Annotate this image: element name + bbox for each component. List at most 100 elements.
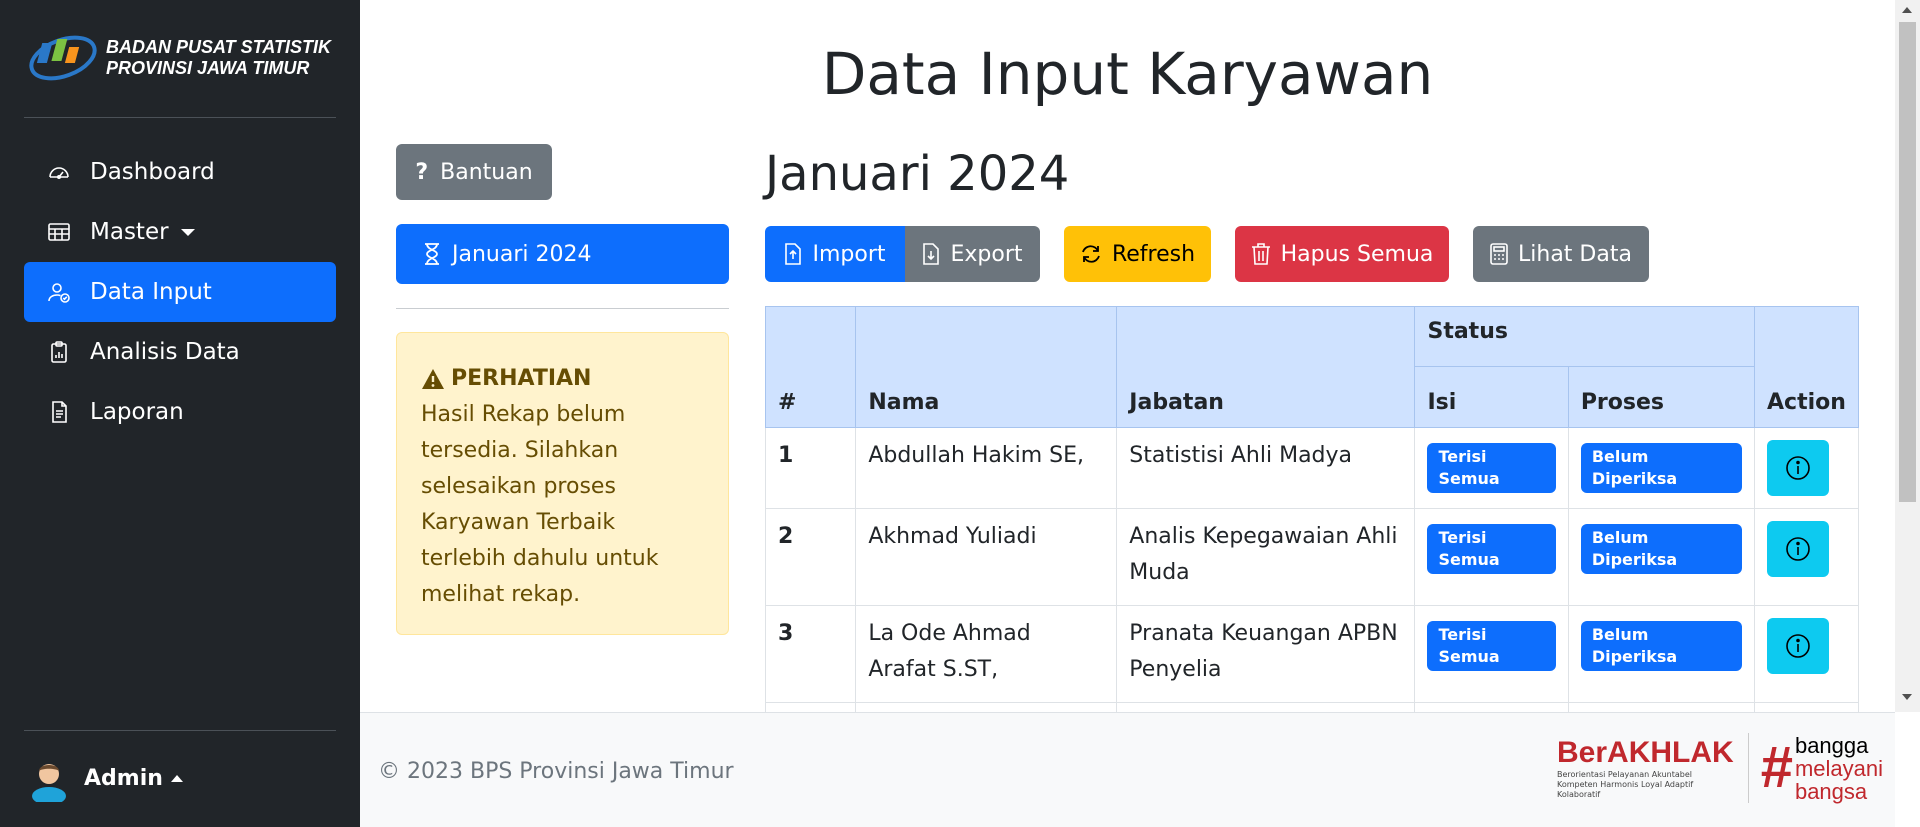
sidebar-item-label: Data Input: [90, 279, 212, 305]
delete-all-label: Hapus Semua: [1280, 241, 1434, 267]
alert-title-text: PERHATIAN: [451, 366, 592, 391]
brand-text: BADAN PUSAT STATISTIK PROVINSI JAWA TIMU…: [106, 37, 331, 79]
chevron-down-icon: [180, 228, 195, 236]
berakhlak-logo: BerAKHLAK Berorientasi Pelayanan Akuntab…: [1557, 736, 1734, 800]
hashtag-icon: #: [1760, 735, 1793, 800]
scroll-down-icon[interactable]: [1902, 694, 1912, 700]
action-cell: [1754, 508, 1859, 606]
speedometer-icon: [46, 159, 72, 185]
brand-line2: PROVINSI JAWA TIMUR: [106, 58, 310, 78]
info-button[interactable]: [1767, 440, 1830, 496]
info-button[interactable]: [1767, 521, 1830, 577]
process-cell: Belum Diperiksa: [1567, 605, 1756, 703]
help-button[interactable]: ? Bantuan: [396, 144, 552, 200]
period-button[interactable]: Januari 2024: [396, 224, 729, 284]
sidebar-item-label: Dashboard: [90, 159, 215, 185]
sidebar-item-dashboard[interactable]: Dashboard: [24, 142, 336, 202]
period-label: Januari 2024: [452, 241, 592, 267]
info-button[interactable]: [1767, 618, 1830, 674]
status-badge: Terisi Semua: [1427, 621, 1556, 671]
berakhlak-title: BerAKHLAK: [1557, 736, 1734, 769]
user-menu[interactable]: Admin: [28, 752, 183, 805]
help-label: Bantuan: [440, 159, 533, 185]
import-label: Import: [812, 241, 886, 267]
file-arrow-up-icon: [785, 243, 802, 265]
table-row: [764, 702, 1859, 712]
filled-cell: Terisi Semua: [1414, 427, 1569, 509]
file-arrow-down-icon: [923, 243, 940, 265]
import-button[interactable]: Import: [765, 226, 905, 282]
sidebar-item-label: Master: [90, 219, 169, 245]
table-icon: [46, 219, 72, 245]
sidebar: BADAN PUSAT STATISTIK PROVINSI JAWA TIMU…: [0, 0, 360, 827]
scroll-thumb[interactable]: [1899, 22, 1916, 502]
employee-position: Analis Kepegawaian Ahli Muda: [1116, 508, 1416, 606]
calculator-icon: [1490, 243, 1508, 265]
column-header-filled: Isi: [1414, 366, 1569, 428]
export-button[interactable]: Export: [905, 226, 1040, 282]
scrollbar[interactable]: [1895, 0, 1920, 712]
row-number: 2: [764, 508, 857, 606]
filled-cell: Terisi Semua: [1414, 508, 1569, 606]
avatar: [28, 754, 70, 805]
export-label: Export: [950, 241, 1023, 267]
question-icon: ?: [415, 159, 429, 185]
info-icon: [1786, 537, 1810, 561]
melayani-word: melayani: [1794, 755, 1883, 781]
employee-name: [855, 702, 1118, 712]
trash-icon: [1251, 243, 1270, 265]
info-icon: [1786, 634, 1810, 658]
hourglass-icon: [425, 243, 439, 265]
delete-all-button[interactable]: Hapus Semua: [1235, 226, 1449, 282]
refresh-label: Refresh: [1111, 241, 1196, 267]
employee-position: Pranata Keuangan APBN Penyelia: [1116, 605, 1416, 703]
view-data-label: Lihat Data: [1518, 241, 1632, 267]
table-row: 2 Akhmad Yuliadi Analis Kepegawaian Ahli…: [764, 508, 1859, 606]
table-row: 3 La Ode Ahmad Arafat S.ST, Pranata Keua…: [764, 605, 1859, 703]
status-badge: Belum Diperiksa: [1580, 524, 1743, 574]
refresh-icon: [1082, 245, 1100, 263]
warning-alert: PERHATIAN Hasil Rekap belum tersedia. Si…: [396, 332, 729, 635]
column-header-no: #: [764, 306, 857, 428]
refresh-button[interactable]: Refresh: [1064, 226, 1211, 282]
sidebar-item-laporan[interactable]: Laporan: [24, 382, 336, 442]
bangga-word: bangga: [1794, 732, 1869, 758]
bangsa-word: bangsa: [1794, 778, 1868, 804]
view-data-button[interactable]: Lihat Data: [1473, 226, 1649, 282]
row-number: [764, 702, 857, 712]
sidebar-item-data-input[interactable]: Data Input: [24, 262, 336, 322]
status-badge: Terisi Semua: [1427, 443, 1556, 493]
column-header-process: Proses: [1567, 366, 1756, 428]
sidebar-divider: [24, 730, 336, 731]
brand[interactable]: BADAN PUSAT STATISTIK PROVINSI JAWA TIMU…: [28, 28, 338, 88]
employee-name: La Ode Ahmad Arafat S.ST,: [855, 605, 1118, 703]
divider: [396, 308, 729, 309]
employee-position: Statistisi Ahli Madya: [1116, 427, 1416, 509]
sidebar-item-label: Analisis Data: [90, 339, 240, 365]
sidebar-item-analisis-data[interactable]: Analisis Data: [24, 322, 336, 382]
action-cell: [1754, 605, 1859, 703]
action-cell: [1754, 427, 1859, 509]
employee-name: Akhmad Yuliadi: [855, 508, 1118, 606]
chevron-up-icon: [170, 774, 183, 782]
berakhlak-subtitle: Berorientasi Pelayanan Akuntabel Kompete…: [1557, 770, 1694, 799]
sidebar-nav: Dashboard Master Data Input Analisis Dat…: [24, 142, 336, 442]
clipboard-data-icon: [46, 339, 72, 365]
bps-logo: [28, 29, 98, 87]
main-content: Data Input Karyawan ? Bantuan Januari 20…: [360, 0, 1895, 712]
user-name: Admin: [84, 765, 163, 791]
process-cell: [1567, 702, 1756, 712]
copyright: © 2023 BPS Provinsi Jawa Timur: [378, 759, 734, 784]
bangga-text: bangga melayani bangsa: [1795, 734, 1883, 803]
row-number: 3: [764, 605, 857, 703]
sidebar-item-master[interactable]: Master: [24, 202, 336, 262]
scroll-up-icon[interactable]: [1902, 7, 1912, 13]
employee-position: [1116, 702, 1416, 712]
file-text-icon: [46, 399, 72, 425]
table-row: 1 Abdullah Hakim SE, Statistisi Ahli Mad…: [764, 427, 1859, 509]
action-cell: [1754, 702, 1859, 712]
status-badge: Terisi Semua: [1427, 524, 1556, 574]
column-header-position: Jabatan: [1116, 306, 1416, 428]
period-title: Januari 2024: [765, 146, 1070, 202]
employee-table: # Nama Jabatan Status Action Isi Proses …: [764, 306, 1859, 712]
